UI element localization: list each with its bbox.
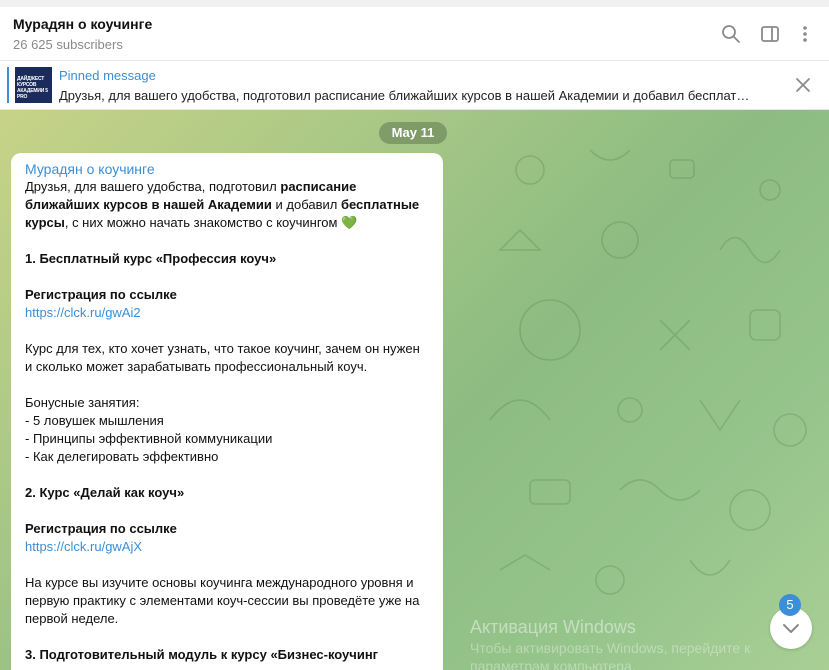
course-2-title: 2. Курс «Делай как коуч» [25, 485, 185, 500]
channel-title[interactable]: Мурадян о коучинге [13, 16, 152, 32]
windows-activation-text: Чтобы активировать Windows, перейдите к [470, 640, 751, 656]
intro-text-1: Друзья, для вашего удобства, подготовил [25, 179, 281, 194]
windows-activation-text-2: параметрам компьютера. [470, 658, 636, 670]
unread-count-badge: 5 [779, 594, 801, 616]
bonus-title: Бонусные занятия: [25, 395, 140, 410]
intro-text-2: и добавил [271, 197, 341, 212]
pinned-label: Pinned message [59, 68, 156, 83]
pinned-message-bar[interactable]: ДАЙДЖЕСТ КУРСОВ АКАДЕМИИ 5 PRO Pinned me… [0, 61, 829, 110]
course-3-title: 3. Подготовительный модуль к курсу «Бизн… [25, 647, 379, 662]
pinned-thumbnail: ДАЙДЖЕСТ КУРСОВ АКАДЕМИИ 5 PRO [15, 67, 52, 103]
message-text: Друзья, для вашего удобства, подготовил … [25, 178, 429, 664]
close-icon [796, 78, 810, 92]
course-1-link[interactable]: https://clck.ru/gwAi2 [25, 305, 141, 320]
intro-text-3: , с них можно начать знакомство с коучин… [64, 215, 358, 230]
message-sender[interactable]: Мурадян о коучинге [25, 161, 429, 177]
pinned-accent-bar [7, 67, 9, 103]
course-1-title: 1. Бесплатный курс «Профессия коуч» [25, 251, 277, 266]
windows-activation-title: Активация Windows [470, 617, 636, 637]
search-button[interactable] [718, 21, 744, 47]
more-options-button[interactable] [792, 21, 818, 47]
more-vertical-icon [803, 26, 807, 42]
bonus-item: - Принципы эффективной коммуникации [25, 431, 273, 446]
bonus-item: - Как делегировать эффективно [25, 449, 219, 464]
course-1-description: Курс для тех, кто хочет узнать, что тако… [25, 341, 420, 374]
subscriber-count: 26 625 subscribers [13, 37, 123, 52]
chat-area[interactable]: May 11 Мурадян о коучинге Друзья, для ва… [0, 110, 829, 670]
intro-paragraph: Друзья, для вашего удобства, подготовил … [25, 178, 429, 232]
chat-header[interactable]: Мурадян о коучинге 26 625 subscribers [0, 7, 829, 61]
chevron-down-icon [783, 624, 799, 633]
course-1-registration: Регистрация по ссылке [25, 287, 177, 302]
sidebar-panel-icon [761, 26, 779, 42]
message-bubble[interactable]: Мурадян о коучинге Друзья, для вашего уд… [11, 153, 443, 670]
background-doodle-pattern [489, 149, 807, 595]
close-pinned-button[interactable] [793, 75, 813, 95]
pinned-text: Друзья, для вашего удобства, подготовил … [59, 88, 750, 103]
window-top-strip [0, 0, 829, 7]
sidebar-toggle-button[interactable] [757, 21, 783, 47]
course-2-description: На курсе вы изучите основы коучинга межд… [25, 575, 420, 626]
date-separator: May 11 [379, 122, 447, 144]
course-2-registration: Регистрация по ссылке [25, 521, 177, 536]
search-icon [722, 25, 740, 43]
course-2-link[interactable]: https://clck.ru/gwAjX [25, 539, 142, 554]
bonus-item: - 5 ловушек мышления [25, 413, 164, 428]
